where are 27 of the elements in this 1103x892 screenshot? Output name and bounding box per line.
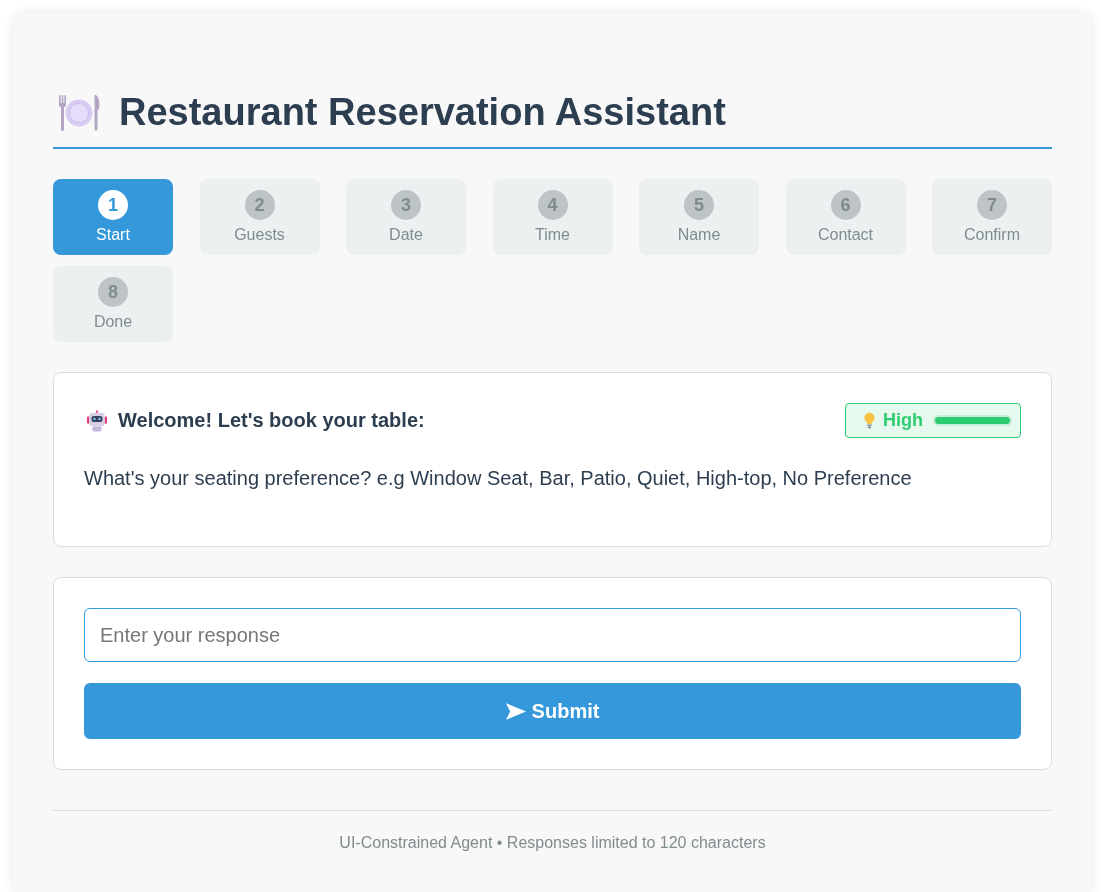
step-label: Done <box>93 312 133 332</box>
robot-icon <box>86 409 108 432</box>
step-number: 8 <box>98 277 128 307</box>
step-label: Time <box>535 225 570 245</box>
message-heading: Welcome! Let's book your table: <box>118 409 425 432</box>
arrowhead-icon <box>505 702 526 720</box>
step-number: 1 <box>98 190 128 220</box>
step-number: 2 <box>244 190 275 220</box>
step-number: 3 <box>391 190 421 220</box>
step-label: Confirm <box>964 225 1020 245</box>
step-label: Date <box>389 225 423 245</box>
step-label: Contact <box>817 225 874 245</box>
step-label: Guests <box>234 225 285 245</box>
confidence-label: High <box>883 410 923 431</box>
submit-button[interactable]: Submit <box>84 683 1021 739</box>
step-number: 6 <box>830 190 861 220</box>
response-input[interactable]: Enter your response <box>84 608 1021 662</box>
step-number: 5 <box>684 190 714 220</box>
app-title: Restaurant Reservation Assistant <box>119 90 726 135</box>
lightbulb-icon <box>864 412 875 429</box>
plate-cutlery-icon <box>57 93 101 131</box>
step-label: Start <box>96 225 130 245</box>
step-number: 7 <box>977 190 1007 220</box>
step-label: Name <box>677 225 721 245</box>
footer-text: UI-Constrained Agent • Responses limited to 120 characters <box>339 834 766 851</box>
step-number: 4 <box>537 190 568 220</box>
question-text: What's your seating preference? e.g Window Seat, Bar, Patio, Quiet, High-top, No Preference <box>84 466 913 491</box>
